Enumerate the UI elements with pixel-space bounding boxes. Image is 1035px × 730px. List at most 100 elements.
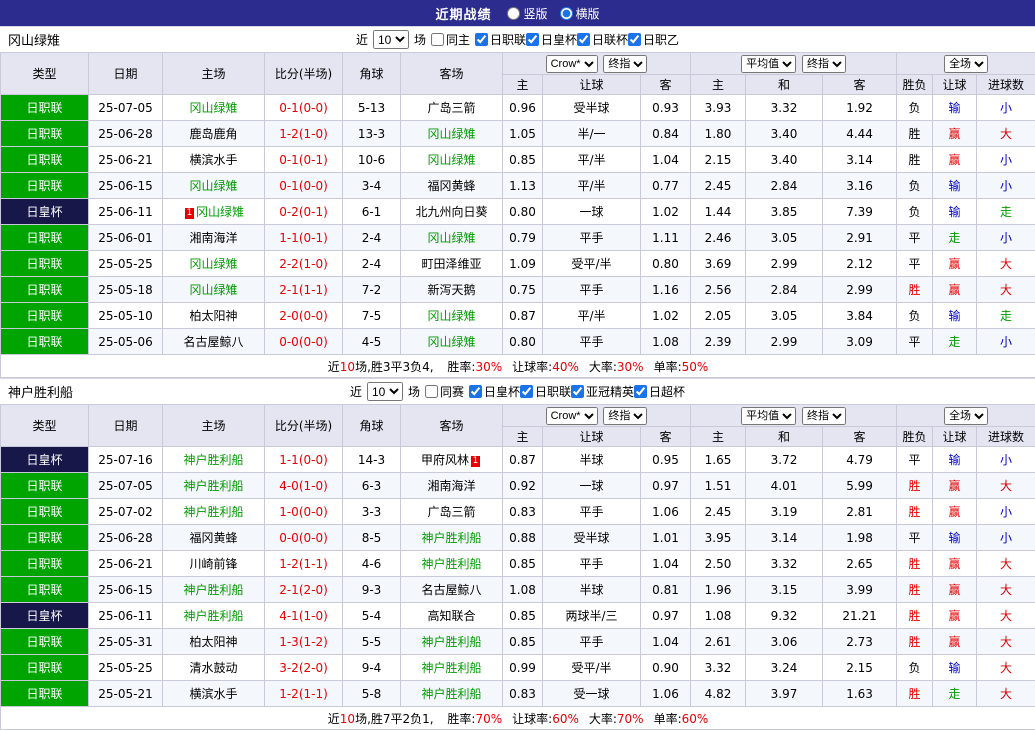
avg-home: 2.39 [691, 329, 746, 355]
league-filter[interactable]: 日皇杯 [469, 383, 520, 400]
same-checkbox[interactable] [425, 385, 438, 398]
handicap-result-cell: 输 [933, 95, 977, 121]
team-name: 横滨水手 [189, 687, 237, 701]
odds-away: 0.95 [641, 447, 691, 473]
home-team-cell: 冈山绿雉 [163, 277, 265, 303]
league-filter[interactable]: 亚冠精英 [571, 383, 634, 400]
league-checkbox[interactable] [520, 385, 533, 398]
league-checkbox[interactable] [577, 33, 590, 46]
result-cell: 胜 [897, 603, 933, 629]
match-date: 25-06-15 [89, 173, 163, 199]
handicap-result-cell: 赢 [933, 121, 977, 147]
same-filter[interactable]: 同主 [431, 31, 470, 48]
match-count-select[interactable]: 10 [367, 382, 403, 401]
corner-count: 7-5 [343, 303, 401, 329]
same-checkbox[interactable] [431, 33, 444, 46]
summary-stat-value: 40% [552, 360, 579, 374]
corner-count: 4-5 [343, 329, 401, 355]
league-checkbox[interactable] [571, 385, 584, 398]
away-team-cell: 甲府风林1 [401, 447, 503, 473]
avg-select[interactable]: 平均值 [741, 407, 796, 425]
odds-company-select[interactable]: Crow* [546, 407, 598, 425]
league-checkbox[interactable] [469, 385, 482, 398]
league-checkbox[interactable] [628, 33, 641, 46]
handicap-result-cell: 走 [933, 681, 977, 707]
avg-draw: 2.99 [746, 329, 823, 355]
avg-draw: 2.99 [746, 251, 823, 277]
team-name: 神户胜利船 [183, 453, 243, 467]
avg-home: 2.05 [691, 303, 746, 329]
handicap-result-cell: 输 [933, 303, 977, 329]
odds-handicap: 平手 [543, 277, 641, 303]
avg-select[interactable]: 平均值 [741, 55, 796, 73]
team-name: 神户胜利船 [183, 505, 243, 519]
scope-select[interactable]: 全场 [944, 407, 988, 425]
same-filter[interactable]: 同赛 [425, 383, 464, 400]
match-date: 25-06-11 [89, 603, 163, 629]
scope-select[interactable]: 全场 [944, 55, 988, 73]
result-cell: 平 [897, 251, 933, 277]
corner-count: 3-3 [343, 499, 401, 525]
team-name: 高知联合 [427, 609, 475, 623]
corner-count: 5-5 [343, 629, 401, 655]
league-filter[interactable]: 日联杯 [577, 31, 628, 48]
col-odds-away: 客 [641, 427, 691, 447]
league-label: 日联杯 [592, 31, 628, 48]
avg-away: 1.63 [823, 681, 897, 707]
layout-option[interactable]: 竖版 [507, 5, 547, 22]
avg-home: 4.82 [691, 681, 746, 707]
handicap-result-cell: 走 [933, 225, 977, 251]
summary-row: 近10场,胜3平3负4, 胜率:30%让球率:40%大率:30%单率:50% [1, 355, 1035, 378]
col-odds-away: 客 [641, 75, 691, 95]
avg-draw: 2.84 [746, 173, 823, 199]
match-score: 0-1(0-1) [265, 147, 343, 173]
match-date: 25-06-21 [89, 551, 163, 577]
avg-home: 1.65 [691, 447, 746, 473]
odds-away: 1.01 [641, 525, 691, 551]
col-odds-handicap: 让球 [543, 75, 641, 95]
col-odds-home: 主 [503, 75, 543, 95]
layout-radio[interactable] [560, 7, 573, 20]
layout-radio[interactable] [507, 7, 520, 20]
col-avg-draw: 和 [746, 75, 823, 95]
summary-stat-value: 60% [682, 712, 709, 726]
home-team-cell: 神户胜利船 [163, 603, 265, 629]
league-checkbox[interactable] [634, 385, 647, 398]
col-odds-home: 主 [503, 427, 543, 447]
handicap-result-cell: 赢 [933, 473, 977, 499]
corner-count: 2-4 [343, 251, 401, 277]
layout-option[interactable]: 横版 [560, 5, 600, 22]
match-row: 日职联25-07-05冈山绿雉0-1(0-0)5-13广岛三箭0.96受半球0.… [1, 95, 1035, 121]
league-type-cell: 日职联 [1, 95, 89, 121]
avg-time-select[interactable]: 终指 [802, 55, 846, 73]
home-team-cell: 名古屋鲸八 [163, 329, 265, 355]
league-type-cell: 日职联 [1, 251, 89, 277]
odds-away: 1.04 [641, 629, 691, 655]
league-filter[interactable]: 日皇杯 [526, 31, 577, 48]
odds-company-select[interactable]: Crow* [546, 55, 598, 73]
odds-away: 1.02 [641, 199, 691, 225]
match-count-select[interactable]: 10 [373, 30, 409, 49]
league-checkbox[interactable] [475, 33, 488, 46]
avg-away: 1.92 [823, 95, 897, 121]
filter-controls: 近 10 场 同主 日职联日皇杯日联杯日职乙 [356, 30, 679, 49]
league-filter[interactable]: 日职联 [475, 31, 526, 48]
odds-time-select[interactable]: 终指 [603, 55, 647, 73]
match-row: 日职联25-05-25清水鼓动3-2(2-0)9-4神户胜利船0.99受平/半0… [1, 655, 1035, 681]
handicap-result-cell: 输 [933, 447, 977, 473]
away-team-cell: 冈山绿雉 [401, 329, 503, 355]
odds-home: 0.75 [503, 277, 543, 303]
col-handicap-result: 让球 [933, 75, 977, 95]
odds-handicap: 受半球 [543, 95, 641, 121]
league-filter[interactable]: 日职联 [520, 383, 571, 400]
result-cell: 胜 [897, 121, 933, 147]
away-team-cell: 新泻天鹅 [401, 277, 503, 303]
odds-time-select[interactable]: 终指 [603, 407, 647, 425]
league-filter[interactable]: 日超杯 [634, 383, 685, 400]
corner-count: 10-6 [343, 147, 401, 173]
league-filter[interactable]: 日职乙 [628, 31, 679, 48]
odds-home: 0.83 [503, 681, 543, 707]
odds-handicap: 一球 [543, 199, 641, 225]
league-checkbox[interactable] [526, 33, 539, 46]
avg-time-select[interactable]: 终指 [802, 407, 846, 425]
